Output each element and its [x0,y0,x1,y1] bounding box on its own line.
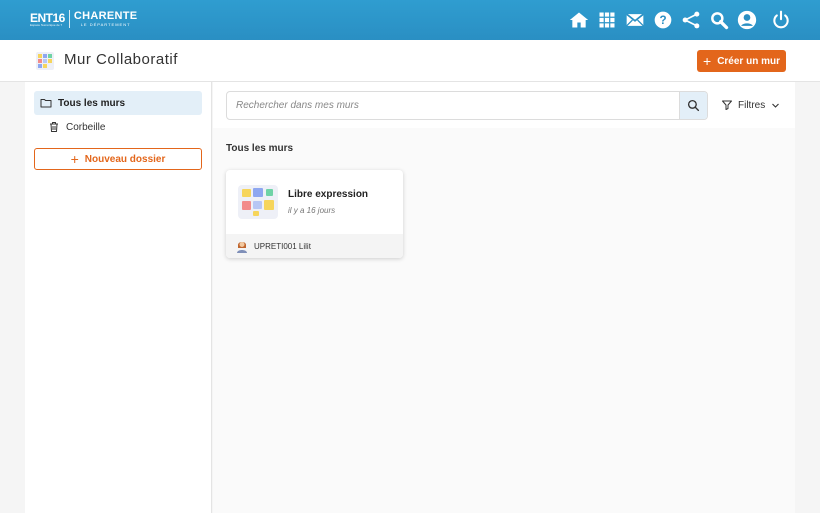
filter-funnel-icon [722,100,732,110]
wall-title: Libre expression [288,189,369,200]
filters-label: Filtres [738,99,766,111]
logo-charente-text: CHARENTE [73,10,138,22]
sidebar-item-all-walls[interactable]: Tous les murs [34,91,202,115]
share-network-icon[interactable] [680,9,702,31]
avatar [237,242,247,253]
new-folder-label: Nouveau dossier [84,153,166,165]
create-wall-label: Créer un mur [717,55,780,67]
search-button[interactable] [679,92,707,119]
collaborative-wall-app-icon [36,52,54,70]
wall-thumbnail-icon [238,185,278,219]
logo-dept-text: LE DÉPARTEMENT [80,22,131,27]
power-icon[interactable] [770,9,792,31]
plus-icon: + [703,53,712,69]
section-title: Tous les murs [226,143,294,154]
sidebar: Tous les murs Corbeille + Nouveau dossie… [25,82,212,513]
search-icon[interactable] [708,9,730,31]
wall-date: il y a 16 jours [288,206,336,215]
search-icon [687,99,700,112]
right-margin [795,82,820,513]
help-icon[interactable]: ? [652,9,674,31]
create-wall-button[interactable]: + Créer un mur [697,50,786,72]
user-account-icon[interactable] [736,9,758,31]
ent-charente-logo[interactable]: ENT16 Espace Numérique de Travail · Char… [30,10,137,28]
folder-icon [40,99,52,108]
chevron-down-icon [772,103,780,108]
search-bar [226,91,708,120]
logo-ent-subtext: Espace Numérique de Travail · Charente [30,23,62,27]
apps-grid-icon[interactable] [596,9,618,31]
home-icon[interactable] [568,9,590,31]
new-folder-button[interactable]: + Nouveau dossier [34,148,202,170]
mail-icon[interactable] [624,9,646,31]
wall-owner: UPRETI001 Lilit [254,241,311,251]
logo-divider [68,10,70,28]
charente-logo-block: CHARENTE LE DÉPARTEMENT [73,10,138,28]
search-input[interactable] [227,92,680,119]
page-title: Mur Collaboratif [64,51,178,68]
ent-logo-block: ENT16 Espace Numérique de Travail · Char… [30,12,65,27]
sidebar-item-label: Corbeille [66,121,106,133]
filters-dropdown[interactable]: Filtres [721,96,780,114]
wall-card[interactable]: Libre expression il y a 16 jours UPRETI0… [226,170,403,258]
top-navigation-bar: ENT16 Espace Numérique de Travail · Char… [0,0,820,40]
main-content: Filtres Tous les murs Libre expression i… [213,82,795,513]
sidebar-item-label: Tous les murs [58,97,126,109]
wall-card-footer: UPRETI001 Lilit [226,234,403,258]
app-header: Mur Collaboratif + Créer un mur [0,40,820,82]
svg-text:?: ? [659,14,666,27]
trash-icon [50,122,58,132]
sidebar-item-trash[interactable]: Corbeille [34,115,202,139]
plus-icon: + [70,151,79,167]
logo-ent-text: ENT16 [30,10,65,25]
